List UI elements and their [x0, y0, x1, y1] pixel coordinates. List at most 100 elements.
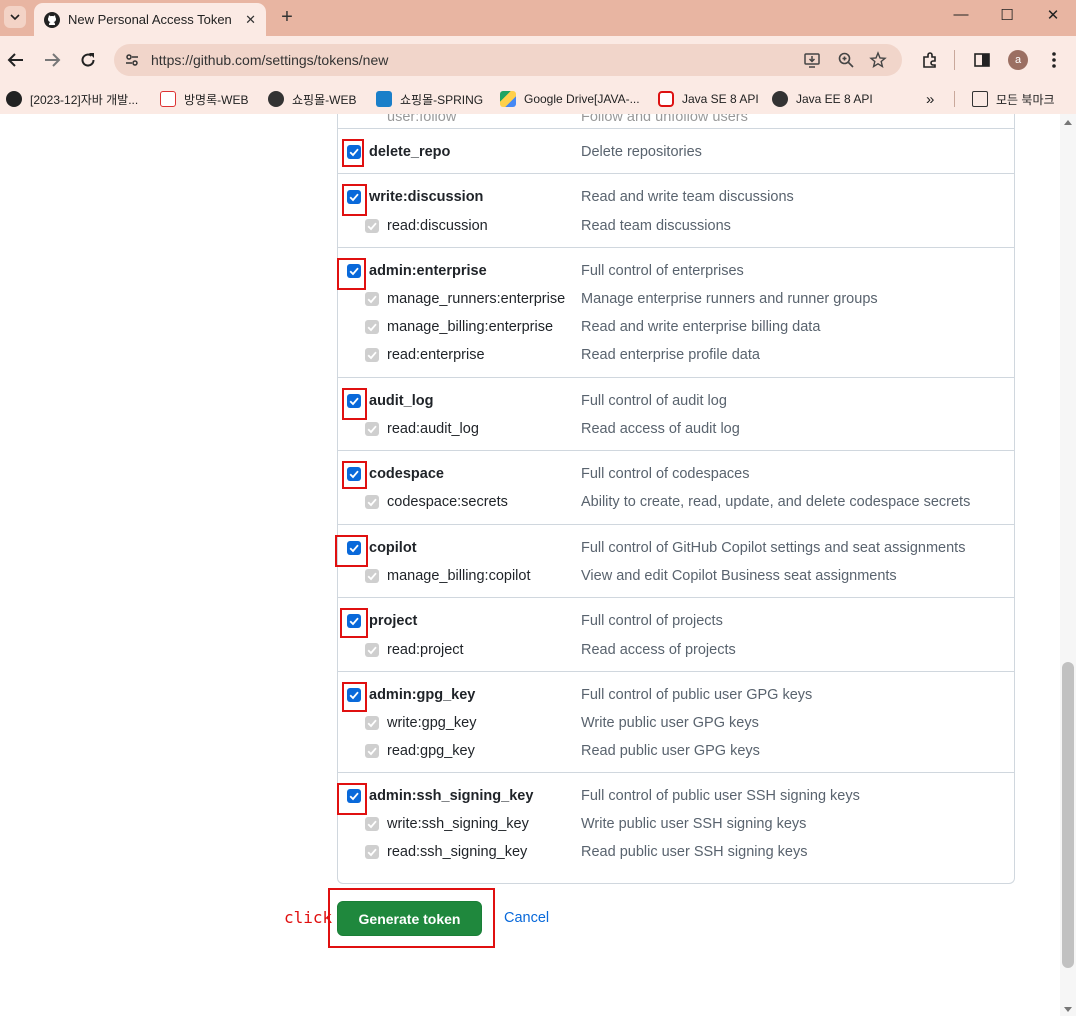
sub-scope-row[interactable]: manage_billing:enterprise Read and write …: [338, 313, 1014, 341]
reload-icon[interactable]: [76, 48, 100, 72]
cancel-link[interactable]: Cancel: [504, 910, 549, 926]
address-bar[interactable]: https://github.com/settings/tokens/new: [114, 44, 902, 76]
sub-scope-checkbox[interactable]: [365, 422, 379, 436]
sub-scope-checkbox[interactable]: [365, 320, 379, 334]
more-bookmarks-button[interactable]: »: [926, 89, 934, 109]
menu-kebab-icon[interactable]: [1042, 48, 1066, 72]
scope-row[interactable]: project Full control of projects: [338, 607, 1014, 635]
sub-scope-row[interactable]: read:gpg_key Read public user GPG keys: [338, 737, 1014, 765]
page-content: user:follow Follow and unfollow users de…: [0, 114, 1076, 1016]
scope-row[interactable]: delete_repo Delete repositories: [338, 138, 1014, 166]
sub-scope-row[interactable]: read:audit_log Read access of audit log: [338, 415, 1014, 443]
bookmark-item[interactable]: [2023-12]자바 개발...: [6, 89, 138, 109]
bookmark-item[interactable]: 방명록-WEB: [160, 89, 248, 109]
sub-scope-row[interactable]: manage_runners:enterprise Manage enterpri…: [338, 285, 1014, 313]
scope-group: write:discussion Read and write team disc…: [338, 173, 1014, 247]
scope-name: write:discussion: [369, 189, 484, 205]
sub-scope-row[interactable]: read:ssh_signing_key Read public user SSH…: [338, 838, 1014, 866]
scope-row[interactable]: audit_log Full control of audit log: [338, 387, 1014, 415]
scope-description: Full control of public user GPG keys: [581, 687, 813, 703]
zoom-icon[interactable]: [836, 50, 856, 70]
back-arrow-icon[interactable]: [4, 48, 28, 72]
tab-search-button[interactable]: [4, 6, 26, 28]
scope-description: Read and write enterprise billing data: [581, 319, 821, 335]
minimize-icon[interactable]: —: [948, 6, 974, 23]
scope-name: read:enterprise: [387, 347, 485, 363]
sub-scope-row[interactable]: read:enterprise Read enterprise profile d…: [338, 341, 1014, 369]
sub-scope-checkbox[interactable]: [365, 744, 379, 758]
install-app-icon[interactable]: [802, 50, 822, 70]
bookmark-label: Google Drive[JAVA-...: [524, 92, 640, 106]
tab-title: New Personal Access Token (C: [68, 12, 234, 27]
sub-scope-checkbox[interactable]: [365, 716, 379, 730]
scope-name: user:follow: [387, 114, 457, 125]
scope-description: Full control of audit log: [581, 393, 727, 409]
scope-name: read:discussion: [387, 218, 488, 234]
scope-description: Read enterprise profile data: [581, 347, 760, 363]
close-window-icon[interactable]: ✕: [1040, 6, 1066, 24]
scope-name: manage_runners:enterprise: [387, 291, 566, 307]
sub-scope-row[interactable]: write:ssh_signing_key Write public user S…: [338, 810, 1014, 838]
checkbox-highlight: [335, 535, 368, 567]
extensions-icon[interactable]: [918, 48, 942, 72]
sub-scope-checkbox[interactable]: [365, 817, 379, 831]
site-info-icon[interactable]: [122, 50, 142, 70]
sub-scope-row[interactable]: write:gpg_key Write public user GPG keys: [338, 709, 1014, 737]
sub-scope-checkbox[interactable]: [365, 219, 379, 233]
scope-row[interactable]: write:discussion Read and write team disc…: [338, 183, 1014, 211]
maximize-icon[interactable]: ☐: [994, 6, 1020, 24]
generate-token-button[interactable]: Generate token: [337, 901, 482, 936]
forward-arrow-icon[interactable]: [40, 48, 64, 72]
sub-scope-row[interactable]: read:project Read access of projects: [338, 636, 1014, 664]
bookmark-label: 쇼핑몰-SPRING: [400, 92, 484, 107]
sub-scope-checkbox[interactable]: [365, 643, 379, 657]
google-drive-icon: [500, 91, 516, 107]
scope-name: write:gpg_key: [387, 715, 477, 731]
checkbox-highlight: [342, 461, 367, 489]
github-icon: [44, 11, 60, 28]
tab-strip: New Personal Access Token (C ✕ + — ☐ ✕: [0, 0, 1076, 36]
bookmark-item[interactable]: 쇼핑몰-WEB: [268, 89, 356, 109]
sub-scope-row[interactable]: read:discussion Read team discussions: [338, 212, 1014, 240]
sub-scope-row[interactable]: codespace:secrets Ability to create, read…: [338, 488, 1014, 516]
scroll-down-arrow-icon[interactable]: [1064, 1007, 1072, 1012]
scope-name: manage_billing:enterprise: [387, 319, 554, 335]
sub-scope-checkbox[interactable]: [365, 845, 379, 859]
scroll-thumb[interactable]: [1062, 662, 1074, 968]
bookmark-item[interactable]: Google Drive[JAVA-...: [500, 89, 640, 109]
scope-description: Read public user GPG keys: [581, 743, 760, 759]
sub-scope-checkbox[interactable]: [365, 348, 379, 362]
bookmark-item[interactable]: Java EE 8 API: [772, 89, 873, 109]
all-bookmarks-button[interactable]: 모든 북마크: [972, 89, 1055, 109]
tab-close-icon[interactable]: ✕: [245, 12, 256, 28]
sub-scope-checkbox[interactable]: [365, 292, 379, 306]
sub-scope-checkbox[interactable]: [365, 495, 379, 509]
scroll-up-arrow-icon[interactable]: [1064, 120, 1072, 125]
scope-row[interactable]: codespace Full control of codespaces: [338, 460, 1014, 488]
bookmark-star-icon[interactable]: [868, 50, 888, 70]
bookmark-item[interactable]: Java SE 8 API: [658, 89, 759, 109]
sub-scope-row[interactable]: manage_billing:copilot View and edit Copi…: [338, 562, 1014, 590]
scopes-table: user:follow Follow and unfollow users de…: [335, 114, 1015, 884]
scope-description: Write public user GPG keys: [581, 715, 759, 731]
vertical-scrollbar[interactable]: [1060, 114, 1076, 1016]
sub-scope-checkbox[interactable]: [365, 569, 379, 583]
scope-name: admin:gpg_key: [369, 687, 476, 703]
globe-icon: [268, 91, 284, 107]
bookmark-label: Java SE 8 API: [682, 92, 759, 106]
scope-row[interactable]: admin:ssh_signing_key Full control of pub…: [338, 782, 1014, 810]
new-tab-button[interactable]: +: [276, 6, 298, 28]
scope-row[interactable]: admin:gpg_key Full control of public user…: [338, 681, 1014, 709]
scope-name: manage_billing:copilot: [387, 568, 531, 584]
active-tab[interactable]: New Personal Access Token (C ✕: [34, 3, 266, 36]
url-text[interactable]: https://github.com/settings/tokens/new: [151, 52, 388, 68]
scope-row[interactable]: copilot Full control of GitHub Copilot se…: [338, 534, 1014, 562]
bookmark-item[interactable]: 쇼핑몰-SPRING: [376, 89, 483, 109]
profile-avatar[interactable]: a: [1008, 50, 1028, 70]
github-icon: [6, 91, 22, 107]
scope-row[interactable]: admin:enterprise Full control of enterpri…: [338, 257, 1014, 285]
folder-icon: [972, 91, 988, 107]
scope-name: copilot: [369, 540, 417, 556]
checkbox-highlight: [342, 682, 367, 712]
side-panel-icon[interactable]: [970, 48, 994, 72]
